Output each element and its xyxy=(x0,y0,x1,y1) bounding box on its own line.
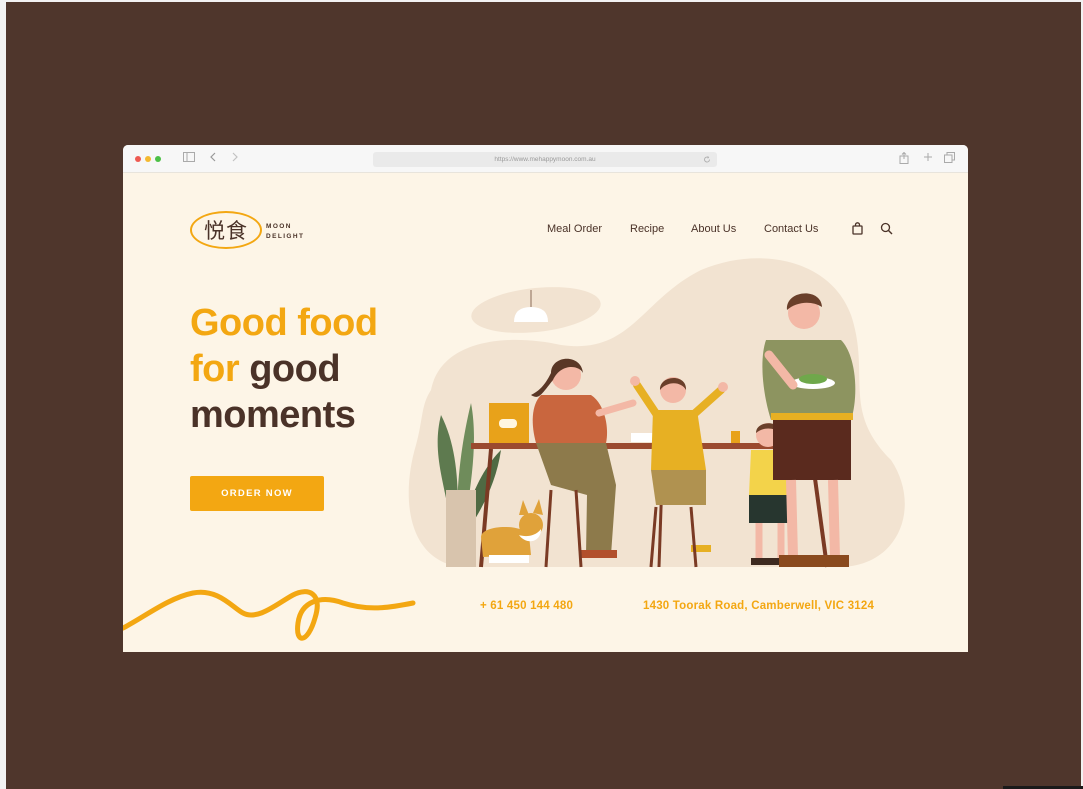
takeaway-box-label xyxy=(499,419,517,428)
daughter-body xyxy=(651,410,706,470)
close-window-dot[interactable] xyxy=(135,156,141,162)
url-text: https://www.mehappymoon.com.au xyxy=(494,156,596,163)
headline-line-2: good xyxy=(249,348,341,390)
search-icon[interactable] xyxy=(880,222,893,240)
order-now-button[interactable]: ORDER NOW xyxy=(190,476,324,511)
plant-pot xyxy=(446,490,476,567)
browser-window: https://www.mehappymoon.com.au 悦食 MOON D… xyxy=(123,145,968,652)
headline-line-3: moments xyxy=(190,394,356,436)
forward-arrow-icon[interactable] xyxy=(231,152,239,166)
nav-about-us[interactable]: About Us xyxy=(691,223,736,235)
headline-accent-word: for xyxy=(190,348,240,390)
son-shorts xyxy=(749,495,791,523)
main-navigation: Meal Order Recipe About Us Contact Us xyxy=(123,222,968,240)
cup-2 xyxy=(731,431,740,443)
footer-phone[interactable]: + 61 450 144 480 xyxy=(480,600,573,612)
top-frame-edge xyxy=(0,0,1083,2)
father-leg-left xyxy=(786,479,798,558)
family-dinner-illustration xyxy=(408,258,905,568)
maximize-window-dot[interactable] xyxy=(155,156,161,162)
corgi-legs xyxy=(489,555,529,563)
sidebar-toggle-icon[interactable] xyxy=(183,152,195,166)
new-tab-icon[interactable] xyxy=(923,152,933,166)
father-belt xyxy=(771,413,853,420)
daughter-hand-right xyxy=(718,382,728,392)
salad xyxy=(799,374,827,384)
nav-meal-order[interactable]: Meal Order xyxy=(547,223,602,235)
back-arrow-icon[interactable] xyxy=(209,152,217,166)
shopping-bag-icon[interactable] xyxy=(852,222,863,240)
browser-toolbar: https://www.mehappymoon.com.au xyxy=(123,145,968,173)
father-shorts xyxy=(773,420,851,480)
mother-shoes xyxy=(581,550,617,558)
reload-icon[interactable] xyxy=(703,152,711,172)
nav-contact-us[interactable]: Contact Us xyxy=(764,223,818,235)
nav-recipe[interactable]: Recipe xyxy=(630,223,664,235)
daughter-hand-left xyxy=(630,376,640,386)
headline-line-1: Good food xyxy=(190,302,378,344)
squiggle-line xyxy=(123,589,416,641)
father-shoes xyxy=(779,555,849,567)
address-bar[interactable]: https://www.mehappymoon.com.au xyxy=(373,152,717,167)
mother-body xyxy=(532,395,608,443)
footer-address: 1430 Toorak Road, Camberwell, VIC 3124 xyxy=(643,600,875,612)
hero-headline: Good food for good moments xyxy=(190,300,378,438)
left-frame-edge xyxy=(0,0,6,789)
daughter-legs xyxy=(651,470,706,505)
tab-overview-icon[interactable] xyxy=(944,152,955,167)
decorative-squiggle xyxy=(123,589,416,641)
share-icon[interactable] xyxy=(899,151,909,168)
minimize-window-dot[interactable] xyxy=(145,156,151,162)
father-leg-right xyxy=(828,479,840,558)
